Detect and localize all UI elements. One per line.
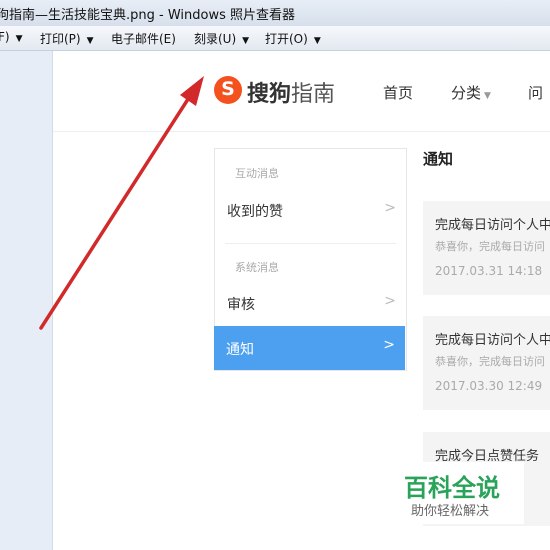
arrow-head: [180, 76, 204, 106]
arrow-shaft: [39, 94, 192, 330]
annotation-arrow: [39, 76, 204, 330]
